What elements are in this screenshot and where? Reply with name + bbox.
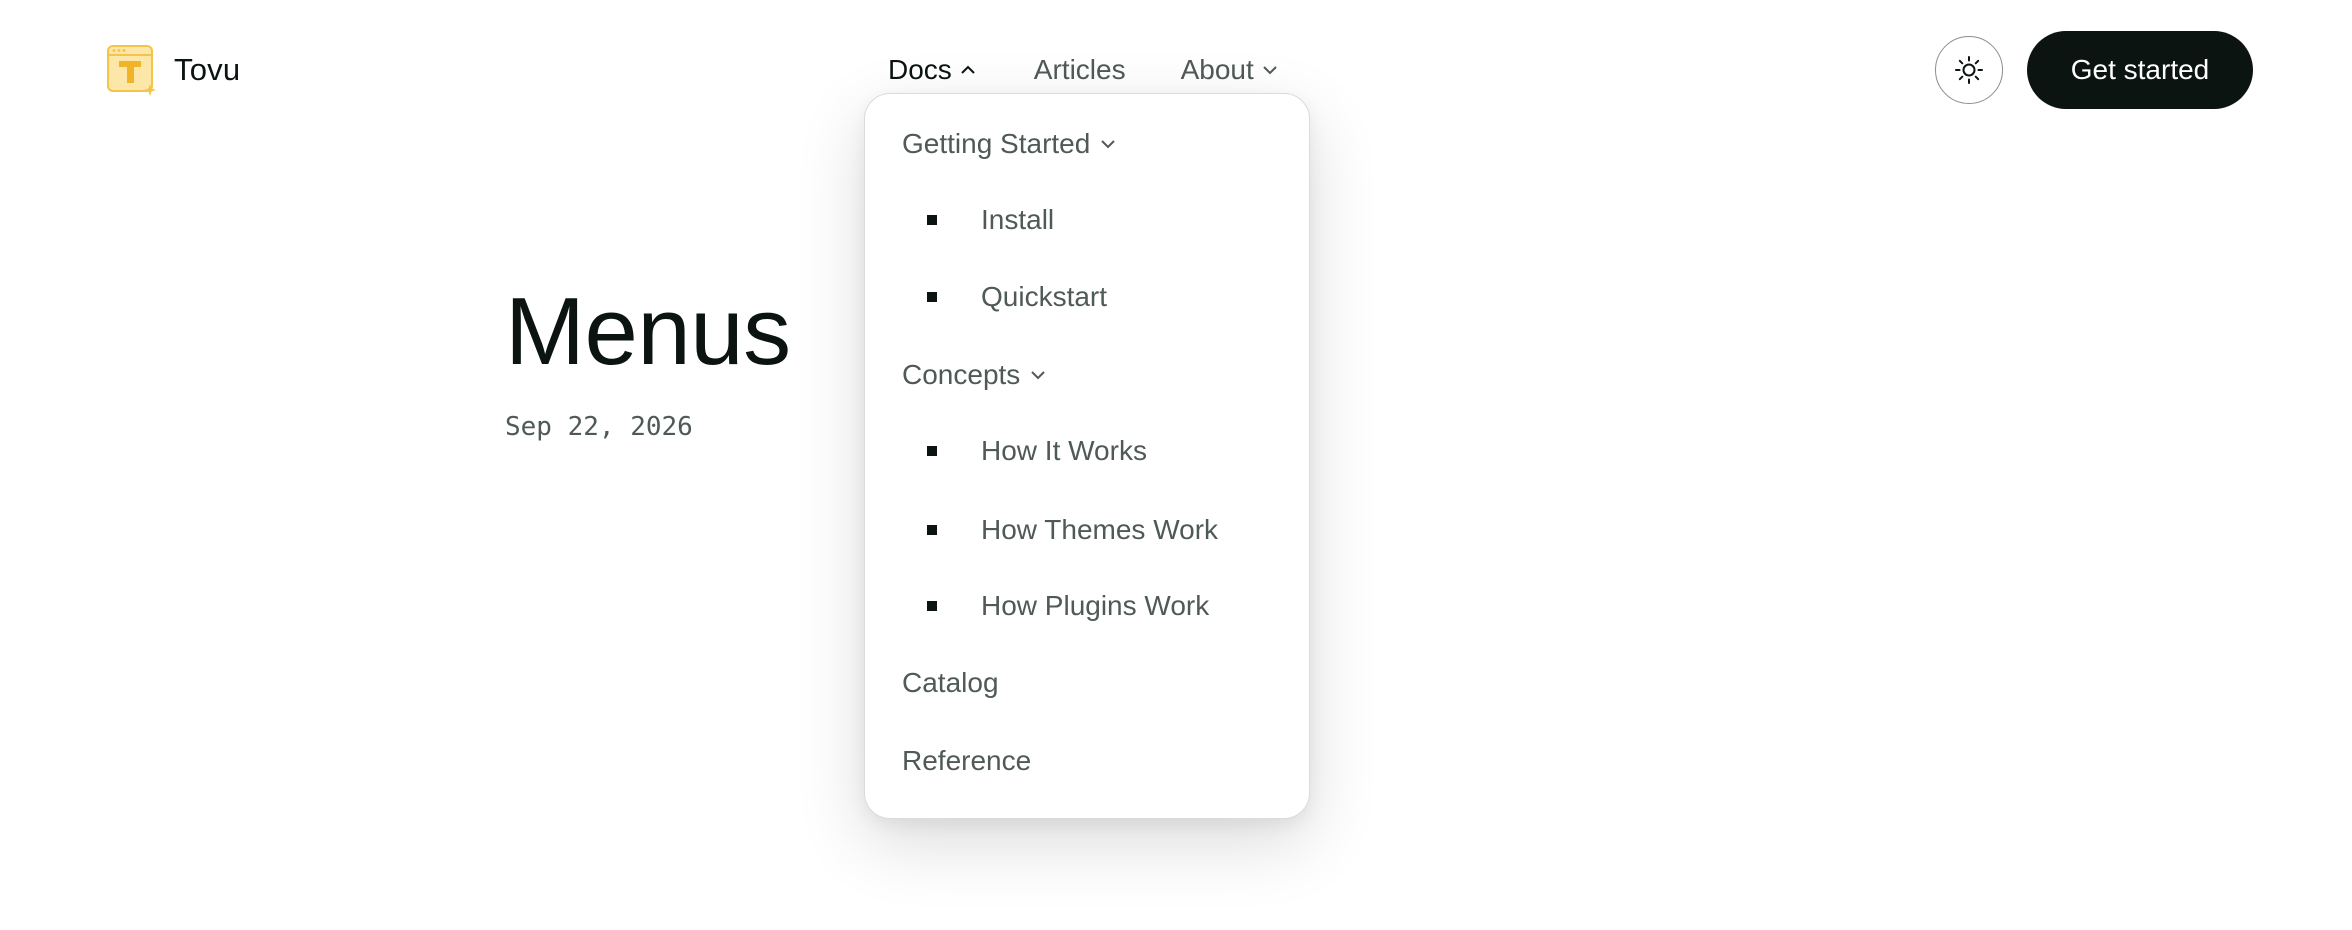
chevron-up-icon — [961, 65, 975, 74]
menu-item-label: Install — [981, 204, 1055, 235]
menu-item-how-themes-work[interactable]: How Themes Work — [865, 500, 1309, 560]
menu-group-getting-started[interactable]: Getting Started — [865, 114, 1309, 174]
chevron-down-icon — [1101, 140, 1116, 149]
menu-item-install[interactable]: Install — [865, 190, 1309, 250]
brand-link[interactable]: Tovu — [106, 44, 240, 96]
chevron-down-icon — [1031, 371, 1046, 380]
menu-item-label: Reference — [902, 745, 1032, 776]
bullet-icon — [927, 525, 937, 535]
tovu-logo-icon — [106, 44, 156, 96]
menu-item-reference[interactable]: Reference — [865, 731, 1309, 791]
bullet-icon — [927, 446, 937, 456]
menu-item-label: Concepts — [902, 359, 1021, 390]
brand-name: Tovu — [174, 52, 241, 87]
menu-item-label: How It Works — [981, 435, 1147, 466]
menu-item-label: How Themes Work — [981, 514, 1219, 545]
menu-item-label: Getting Started — [902, 128, 1091, 159]
bullet-icon — [927, 601, 937, 611]
nav-item-articles[interactable]: Articles — [1034, 54, 1126, 86]
chevron-down-icon — [1263, 66, 1277, 75]
menu-group-concepts[interactable]: Concepts — [865, 345, 1309, 405]
sun-icon — [1955, 56, 1983, 84]
nav-item-label: About — [1180, 54, 1254, 85]
nav-item-about[interactable]: About — [1181, 54, 1281, 86]
docs-dropdown-menu: Getting Started Install Quickstart Conce… — [864, 93, 1310, 819]
menu-item-label: How Plugins Work — [981, 590, 1210, 621]
publish-date: Sep 22, 2026 — [505, 412, 693, 442]
nav-item-label: Docs — [888, 54, 952, 85]
menu-item-label: Quickstart — [981, 281, 1108, 312]
main-nav: Docs Articles About — [888, 48, 1281, 92]
menu-item-quickstart[interactable]: Quickstart — [865, 267, 1309, 327]
menu-item-catalog[interactable]: Catalog — [865, 653, 1309, 713]
menu-item-label: Catalog — [902, 667, 999, 698]
nav-item-label: Articles — [1033, 54, 1126, 85]
nav-item-docs[interactable]: Docs — [888, 54, 979, 86]
bullet-icon — [927, 215, 937, 225]
bullet-icon — [927, 292, 937, 302]
page-title: Menus — [505, 278, 791, 385]
theme-toggle-button[interactable] — [1935, 36, 2003, 104]
get-started-button[interactable]: Get started — [2027, 31, 2253, 109]
menu-item-how-plugins-work[interactable]: How Plugins Work — [865, 576, 1309, 636]
menu-item-how-it-works[interactable]: How It Works — [865, 421, 1309, 481]
